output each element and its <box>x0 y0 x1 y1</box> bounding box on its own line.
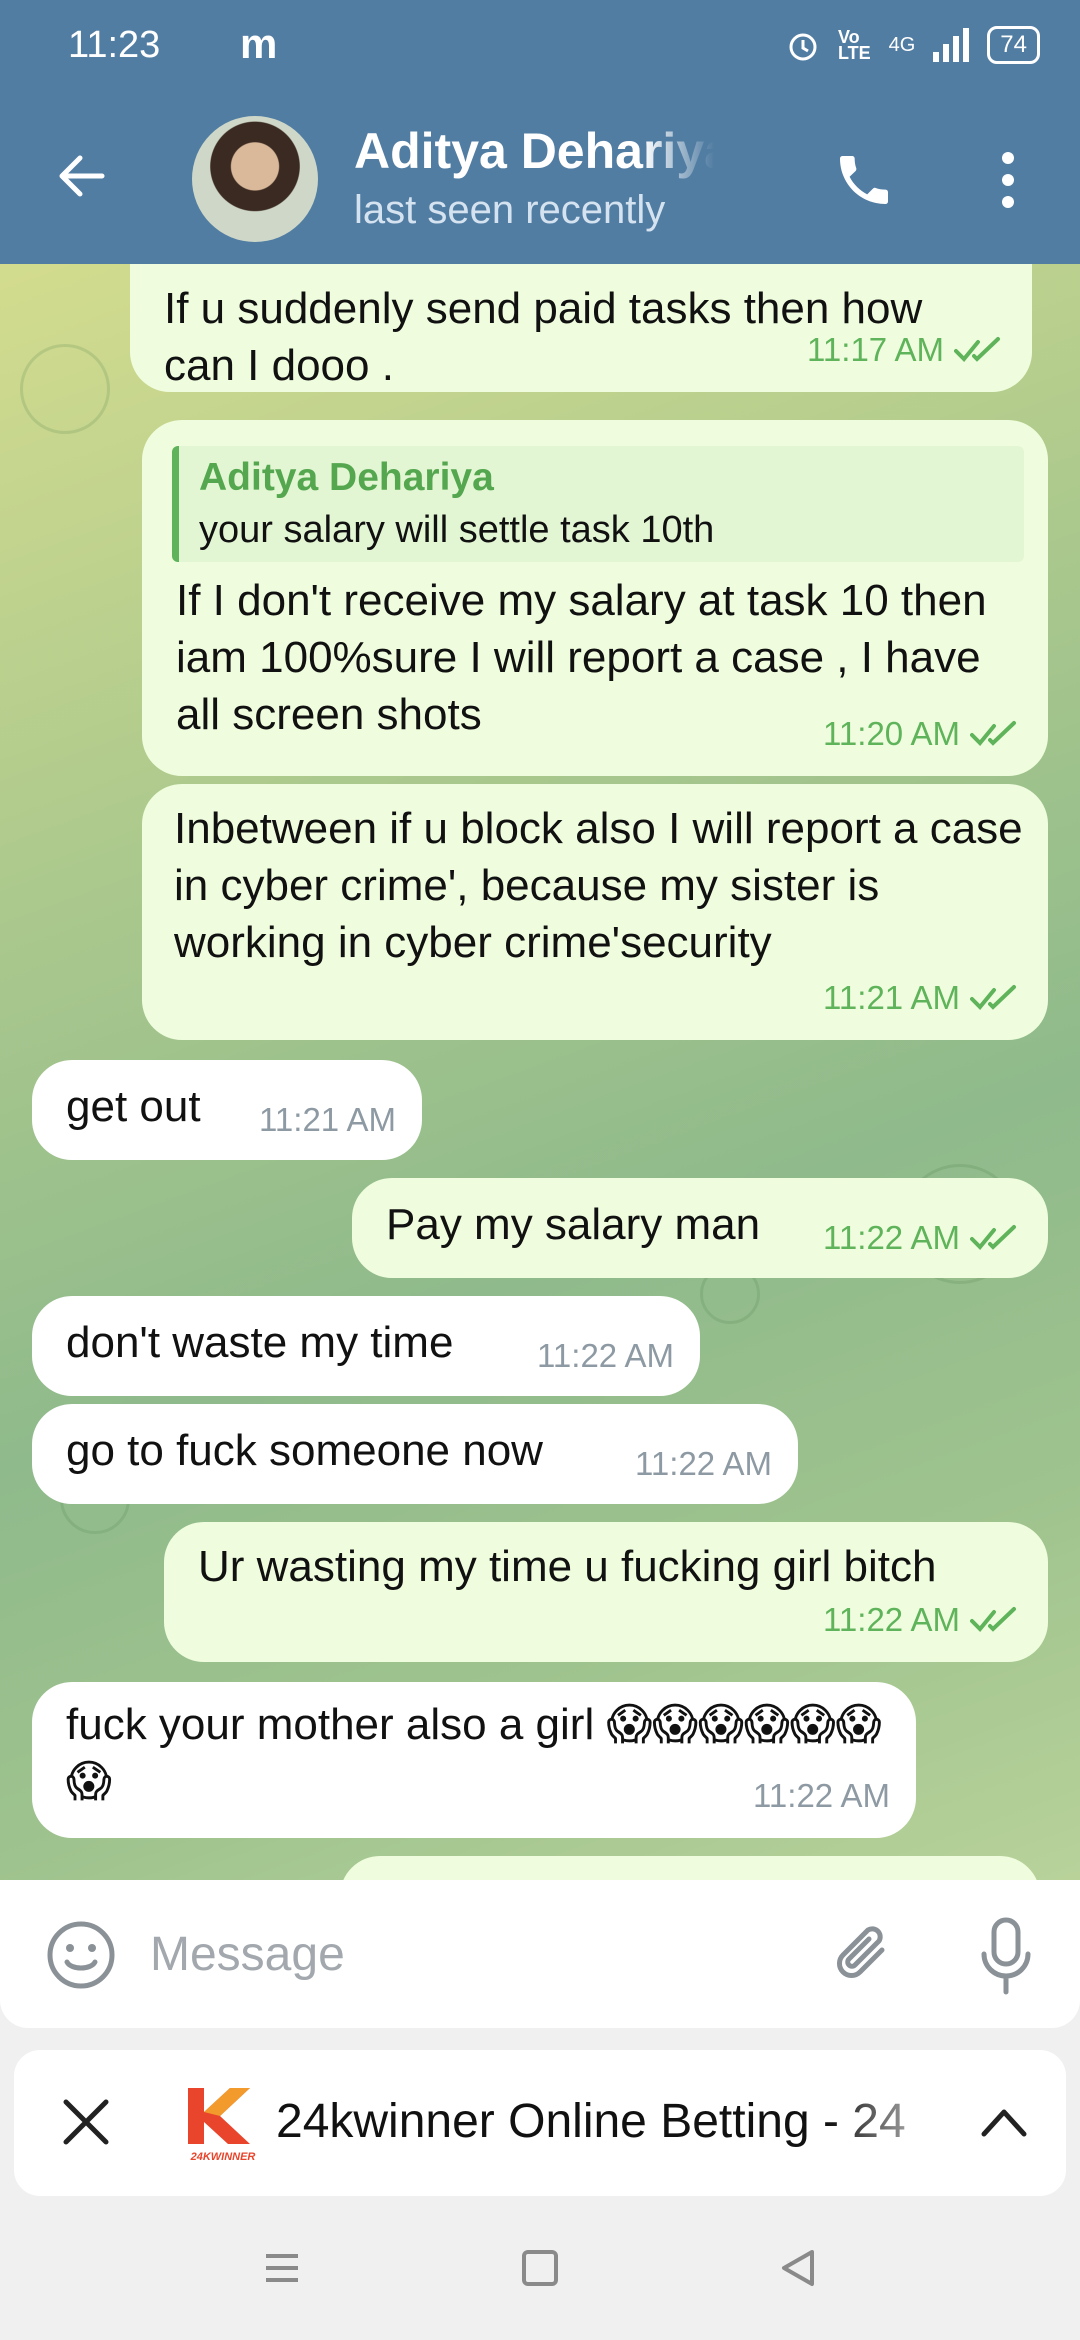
message-bubble-outgoing[interactable]: Inbetween if u block also I will report … <box>142 784 1048 1040</box>
message-text: Inbetween if u block also I will report … <box>174 804 1023 967</box>
message-time: 11:21 AM <box>259 1101 396 1138</box>
ad-logo: 24KWINNER <box>182 2084 264 2164</box>
message-meta: 11:21 AM <box>259 1091 396 1148</box>
message-bubble-incoming[interactable]: fuck your mother also a girl 😱😱😱😱😱😱😱 11:… <box>32 1682 916 1838</box>
battery-icon: 74 <box>987 26 1040 64</box>
app-badge-icon: m <box>240 20 278 67</box>
system-nav-bar <box>0 2200 1080 2340</box>
wallpaper-doodle <box>20 344 110 434</box>
message-bubble-outgoing[interactable]: Ur wasting my time u fucking girl bitch … <box>164 1522 1048 1662</box>
home-icon[interactable] <box>522 2250 558 2286</box>
read-receipt-icon <box>970 1606 1016 1632</box>
message-bubble-incoming[interactable]: get out 11:21 AM <box>32 1060 422 1160</box>
message-meta: 11:21 AM <box>823 969 1022 1026</box>
message-input[interactable] <box>150 1918 790 1990</box>
recent-apps-icon[interactable] <box>262 2248 302 2288</box>
nav-back-icon[interactable] <box>778 2248 818 2288</box>
ad-logo-mark <box>188 2088 250 2144</box>
status-time: 11:23 <box>68 24 161 66</box>
message-meta: 11:22 AM <box>635 1435 772 1492</box>
avatar[interactable] <box>192 116 318 242</box>
phone-icon[interactable] <box>832 148 896 212</box>
signal-icon <box>933 28 970 62</box>
contact-name[interactable]: Aditya Dehariya <box>354 122 714 180</box>
reply-quote[interactable]: Aditya Dehariya your salary will settle … <box>172 446 1024 562</box>
message-bubble-outgoing[interactable] <box>340 1856 1040 1880</box>
more-options-icon[interactable] <box>996 148 1020 212</box>
status-icons: Vo LTE 4G 74 <box>786 26 1040 64</box>
message-time: 11:22 AM <box>635 1445 772 1482</box>
volte-icon: Vo LTE <box>837 27 871 63</box>
status-bar: 11:23 m Vo LTE 4G 74 <box>0 0 1080 96</box>
read-receipt-icon <box>970 720 1016 746</box>
message-bubble-incoming[interactable]: go to fuck someone now 11:22 AM <box>32 1404 798 1504</box>
ad-title[interactable]: 24kwinner Online Betting - 24 <box>276 2094 966 2149</box>
emoji-icon[interactable] <box>46 1920 116 1990</box>
message-meta: 11:22 AM <box>823 1591 1022 1648</box>
message-meta: 11:22 AM <box>537 1327 674 1384</box>
message-time: 11:21 AM <box>823 979 960 1016</box>
message-time: 11:22 AM <box>537 1337 674 1374</box>
message-meta: 11:20 AM <box>823 705 1022 762</box>
message-bubble-outgoing[interactable]: Aditya Dehariya your salary will settle … <box>142 420 1048 776</box>
read-receipt-icon <box>954 336 1000 362</box>
message-time: 11:22 AM <box>823 1601 960 1638</box>
read-receipt-icon <box>970 984 1016 1010</box>
sponsored-banner[interactable]: 24KWINNER 24kwinner Online Betting - 24 <box>14 2050 1066 2196</box>
network-type: 4G <box>888 33 916 56</box>
chevron-up-icon[interactable] <box>978 2100 1030 2144</box>
message-composer <box>0 1880 1080 2028</box>
back-arrow-icon[interactable] <box>52 146 112 206</box>
close-icon[interactable] <box>56 2092 116 2152</box>
chat-header: Aditya Dehariya last seen recently <box>0 96 1080 264</box>
microphone-icon[interactable] <box>976 1916 1036 1996</box>
message-text: Ur wasting my time u fucking girl bitch <box>198 1542 937 1591</box>
message-meta: 11:22 AM <box>753 1767 890 1824</box>
message-time: 11:17 AM <box>807 331 944 368</box>
reply-author: Aditya Dehariya <box>199 456 494 499</box>
ad-logo-text: 24KWINNER <box>190 2151 256 2163</box>
reply-text: your salary will settle task 10th <box>199 509 715 551</box>
message-meta: 11:17 AM <box>807 321 1006 378</box>
message-bubble-incoming[interactable]: don't waste my time 11:22 AM <box>32 1296 700 1396</box>
alarm-icon <box>789 33 817 61</box>
read-receipt-icon <box>970 1224 1016 1250</box>
attach-icon[interactable] <box>830 1920 900 1990</box>
message-time: 11:20 AM <box>823 715 960 752</box>
message-bubble-outgoing[interactable]: If u suddenly send paid tasks then how c… <box>130 264 1032 392</box>
contact-status: last seen recently <box>354 188 666 232</box>
message-bubble-outgoing[interactable]: Pay my salary man 11:22 AM <box>352 1178 1048 1278</box>
message-time: 11:22 AM <box>823 1219 960 1256</box>
chat-area[interactable]: If u suddenly send paid tasks then how c… <box>0 264 1080 1880</box>
message-time: 11:22 AM <box>753 1777 890 1814</box>
message-meta: 11:22 AM <box>823 1209 1022 1266</box>
